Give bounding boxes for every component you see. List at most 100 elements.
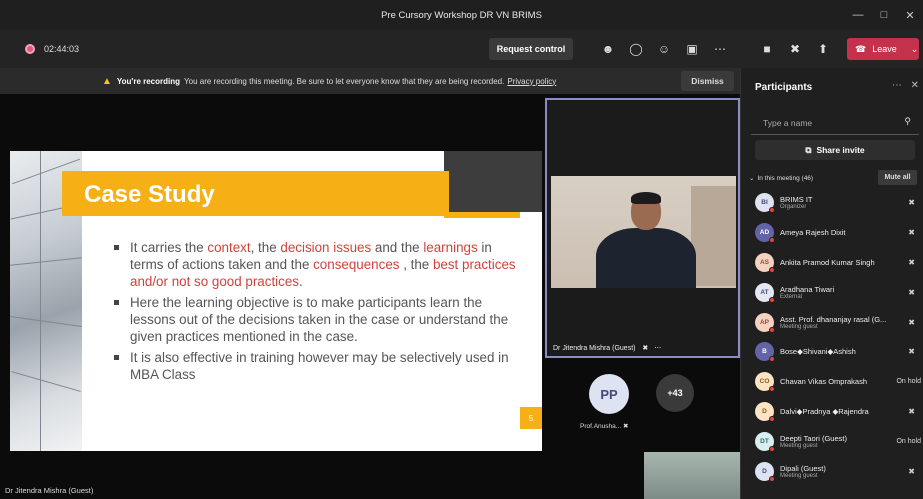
more-options-icon[interactable]: ⋯ xyxy=(892,80,902,91)
mic-off-icon: ✖ xyxy=(908,228,915,238)
maximize-icon[interactable]: □ xyxy=(871,9,897,21)
panel-controls: ⋯ ✕ xyxy=(892,80,919,91)
search-icon: ⚲ xyxy=(904,116,911,126)
participant-row[interactable]: DT Deepti Taori (Guest) Meeting guest On ho… xyxy=(755,426,921,456)
avatar: B xyxy=(755,342,775,363)
shared-slide: Case Study It carries the context, the d… xyxy=(10,151,542,451)
participant-row[interactable]: BI BRIMS IT Organizer ✖ xyxy=(755,188,921,218)
video-label: Dr Jitendra Mishra (Guest) ✖ ⋯ xyxy=(553,345,662,352)
mic-off-icon: ✖ xyxy=(908,317,915,327)
chevron-down-icon: ⌄ xyxy=(749,175,755,182)
avatar: DT xyxy=(755,431,775,452)
request-control-button[interactable]: Request control xyxy=(489,38,573,60)
mic-off-icon: ✖ xyxy=(642,345,649,352)
participant-role: Organizer xyxy=(780,204,807,211)
avatar: D xyxy=(755,401,775,422)
participant-row[interactable]: AT Aradhana Tiwari External ✖ xyxy=(755,277,921,307)
avatar: AT xyxy=(755,282,775,303)
avatar: AS xyxy=(755,252,775,273)
meeting-toolbar: 02:44:03 Request control ☻ ◯ ☺ ▣ ⋯ ■ ✖ ⬆… xyxy=(0,30,923,68)
participant-name: Chavan Vikas Omprakash xyxy=(780,377,867,387)
participant-list: BI BRIMS IT Organizer ✖ AD Ameya Rajesh Dixit… xyxy=(755,188,921,486)
window-controls: — □ ✕ xyxy=(845,0,923,30)
window-titlebar: Pre Cursory Workshop DR VN BRIMS — □ ✕ xyxy=(0,0,923,30)
participant-name: Dipali (Guest) xyxy=(780,463,826,473)
mic-off-icon[interactable]: ✖ xyxy=(785,39,805,59)
camera-icon[interactable]: ■ xyxy=(757,39,777,59)
warning-icon: ▲ xyxy=(102,75,112,87)
people-icon[interactable]: ☻ xyxy=(598,39,618,59)
participant-name: Ameya Rajesh Dixit xyxy=(780,228,846,238)
participant-name: Dalvi◆Pradnya ◆Rajendra xyxy=(780,406,869,416)
avatar: AD xyxy=(755,223,775,244)
slide-dark-block xyxy=(444,151,542,212)
avatar: CO xyxy=(755,372,775,393)
privacy-policy-link[interactable]: Privacy policy xyxy=(507,77,556,86)
leave-label: Leave xyxy=(872,44,897,54)
dismiss-button[interactable]: Dismiss xyxy=(681,71,734,91)
window-title: Pre Cursory Workshop DR VN BRIMS xyxy=(381,9,542,21)
avatar: AP xyxy=(755,312,775,333)
participant-role: External xyxy=(780,293,803,300)
participant-search-input[interactable]: Type a name ⚲ xyxy=(751,111,919,135)
room-video-thumbnail[interactable] xyxy=(644,452,740,499)
avatar[interactable]: PP xyxy=(589,374,629,414)
slide-bullet: It is also effective in training however… xyxy=(112,349,522,383)
section-header[interactable]: ⌄ In this meeting (46) Mute all xyxy=(749,170,921,186)
slide-orange-strip xyxy=(444,212,520,218)
presenter-label: Dr Jitendra Mishra (Guest) xyxy=(5,486,94,495)
participant-row[interactable]: B Bose◆Shivani◆Ashish ✖ xyxy=(755,337,921,367)
slide-title-band: Case Study xyxy=(62,171,449,216)
phone-icon: ☎ xyxy=(855,43,867,54)
participant-status: On hold xyxy=(896,378,921,386)
share-screen-icon[interactable]: ⬆ xyxy=(813,39,833,59)
minimize-icon[interactable]: — xyxy=(845,9,871,21)
participant-name: Ankita Pramod Kumar Singh xyxy=(780,257,875,267)
share-invite-button[interactable]: ⧉ Share invite xyxy=(755,140,915,160)
more-options-icon[interactable]: ⋯ xyxy=(710,39,730,59)
slide-bullet: Here the learning objective is to make p… xyxy=(112,294,522,345)
participant-row[interactable]: AD Ameya Rajesh Dixit ✖ xyxy=(755,218,921,248)
participant-row[interactable]: D Dipali (Guest) Meeting guest ✖ xyxy=(755,456,921,486)
leave-button[interactable]: ☎ Leave ⌄ xyxy=(847,38,919,60)
participant-role: Meeting guest xyxy=(780,323,818,330)
chevron-down-icon[interactable]: ⌄ xyxy=(911,44,919,55)
participant-name: Bose◆Shivani◆Ashish xyxy=(780,347,856,357)
meeting-timer: 02:44:03 xyxy=(44,44,80,54)
panel-title: Participants xyxy=(755,82,813,93)
close-icon[interactable]: ✕ xyxy=(911,80,919,91)
participant-name: Aradhana Tiwari xyxy=(780,284,835,294)
close-icon[interactable]: ✕ xyxy=(897,9,923,22)
recording-banner: ▲ You're recording You are recording thi… xyxy=(0,68,740,94)
mute-all-button[interactable]: Mute all xyxy=(878,170,917,185)
more-participants-button[interactable]: +43 xyxy=(656,374,694,412)
avatar: BI xyxy=(755,193,775,214)
participant-row[interactable]: AS Ankita Pramod Kumar Singh ✖ xyxy=(755,248,921,278)
participant-status: On hold xyxy=(896,437,921,445)
more-options-icon: ⋯ xyxy=(654,345,662,352)
participant-role: Meeting guest xyxy=(780,472,818,479)
participant-name: Deepti Taori (Guest) xyxy=(780,433,847,443)
avatar: D xyxy=(755,461,775,482)
share-icon: ⧉ xyxy=(805,144,812,155)
rooms-icon[interactable]: ▣ xyxy=(682,39,702,59)
participant-row[interactable]: CO Chavan Vikas Omprakash On hold xyxy=(755,367,921,397)
chat-icon[interactable]: ◯ xyxy=(626,39,646,59)
participant-name: Asst. Prof. dhananjay rasal (G... xyxy=(780,314,887,324)
participant-video xyxy=(551,176,736,288)
participant-row[interactable]: AP Asst. Prof. dhananjay rasal (G... Meeti… xyxy=(755,307,921,337)
reactions-icon[interactable]: ☺ xyxy=(654,39,674,59)
mic-off-icon: ✖ xyxy=(908,347,915,357)
banner-message: You are recording this meeting. Be sure … xyxy=(184,76,505,86)
slide-bullets: It carries the context, the decision iss… xyxy=(112,239,522,387)
banner-bold: You're recording xyxy=(116,76,181,86)
mic-off-icon: ✖ xyxy=(908,406,915,416)
slide-title: Case Study xyxy=(84,181,215,208)
mic-off-icon: ✖ xyxy=(908,257,915,267)
video-tile[interactable]: Dr Jitendra Mishra (Guest) ✖ ⋯ xyxy=(545,98,740,358)
mic-off-icon: ✖ xyxy=(623,423,629,430)
mic-off-icon: ✖ xyxy=(908,466,915,476)
participant-row[interactable]: D Dalvi◆Pradnya ◆Rajendra ✖ xyxy=(755,397,921,427)
participants-panel: Participants ⋯ ✕ Type a name ⚲ ⧉ Share i… xyxy=(740,68,923,499)
mic-off-icon: ✖ xyxy=(908,287,915,297)
